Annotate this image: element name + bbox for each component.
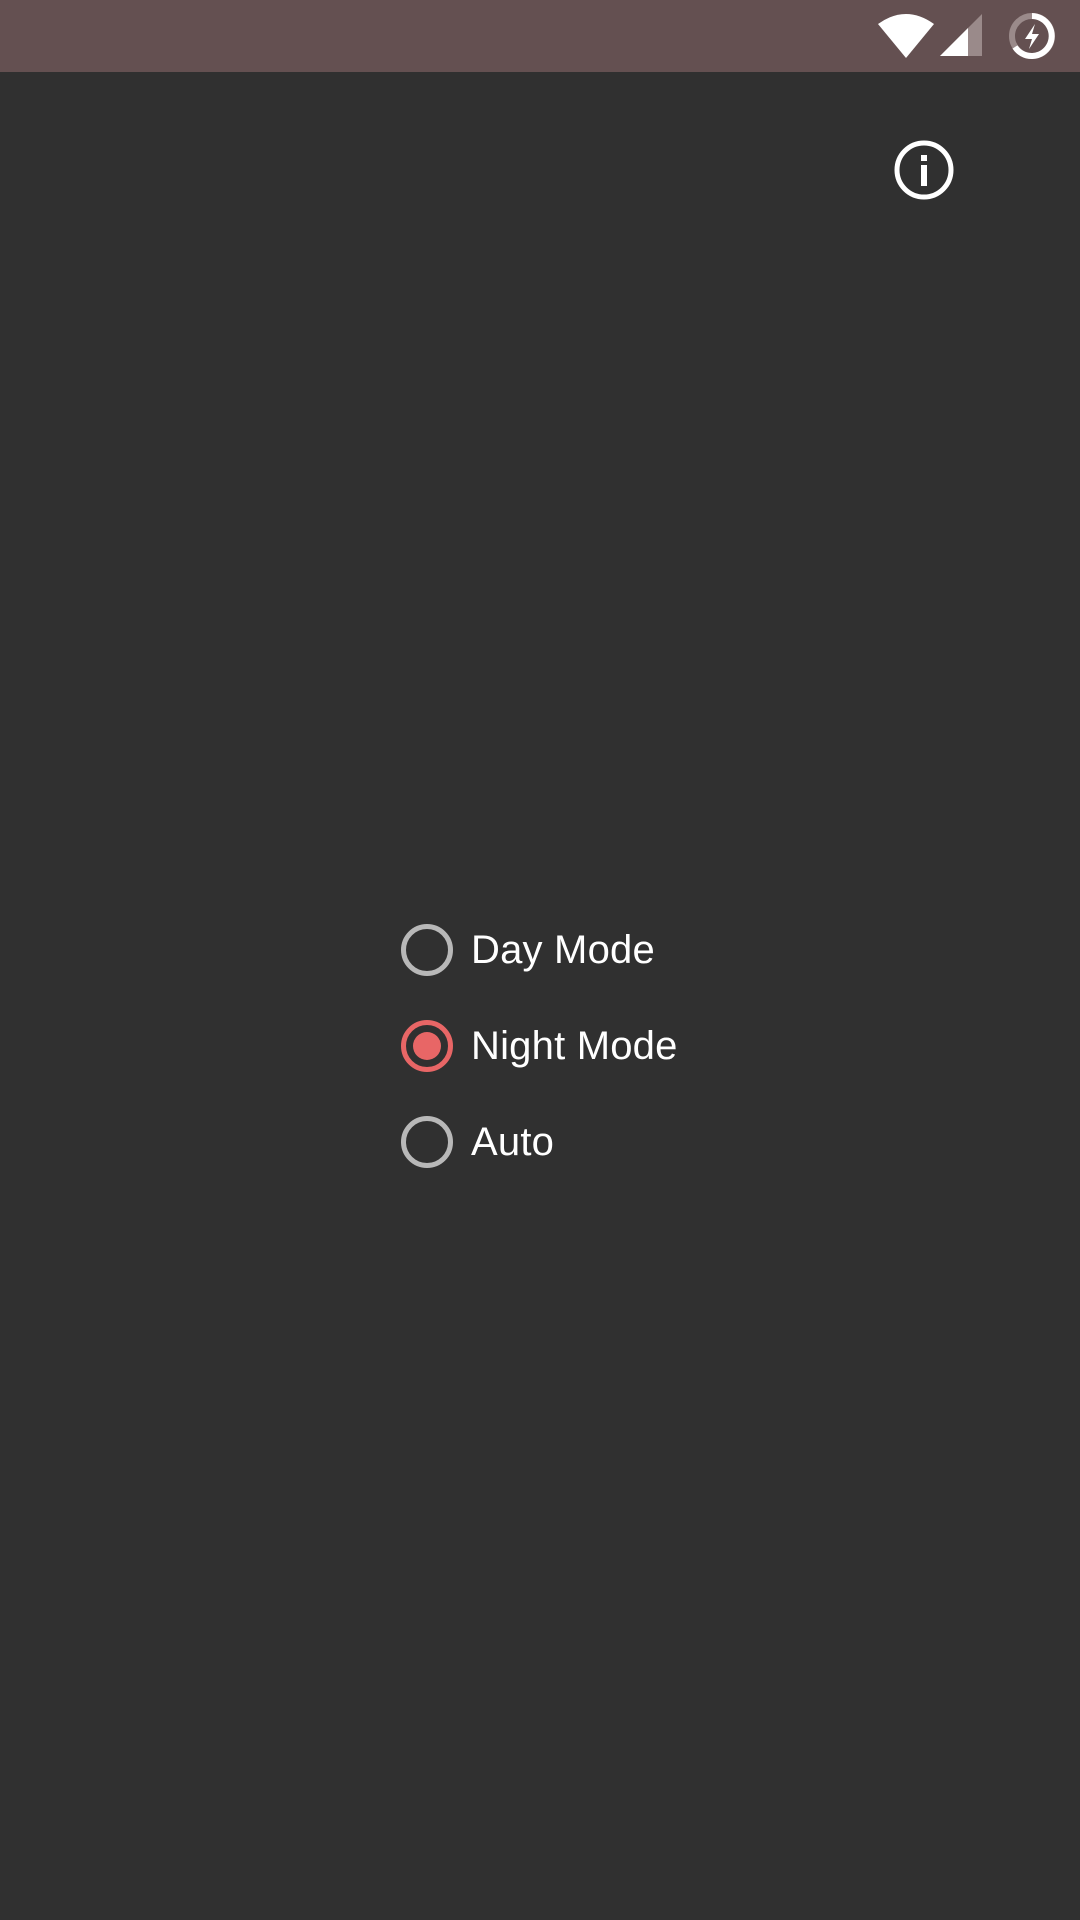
night-mode-option[interactable]: Night Mode (398, 998, 678, 1094)
auto-mode-option[interactable]: Auto (398, 1094, 678, 1190)
radio-selected-dot (413, 1032, 441, 1060)
info-icon (894, 140, 954, 200)
battery-charging-icon (1009, 13, 1055, 59)
cellular-signal-icon (940, 14, 982, 56)
status-bar (0, 0, 1080, 72)
wifi-icon (878, 14, 934, 58)
theme-mode-radio-group: Day Mode Night Mode Auto (398, 902, 678, 1190)
auto-mode-label: Auto (471, 1119, 555, 1164)
day-mode-option[interactable]: Day Mode (398, 902, 678, 998)
auto-mode-radio[interactable] (401, 1116, 453, 1168)
night-mode-radio[interactable] (401, 1020, 453, 1072)
info-button[interactable] (890, 136, 958, 204)
night-mode-label: Night Mode (471, 1023, 678, 1068)
day-mode-radio[interactable] (401, 924, 453, 976)
day-mode-label: Day Mode (471, 927, 655, 972)
